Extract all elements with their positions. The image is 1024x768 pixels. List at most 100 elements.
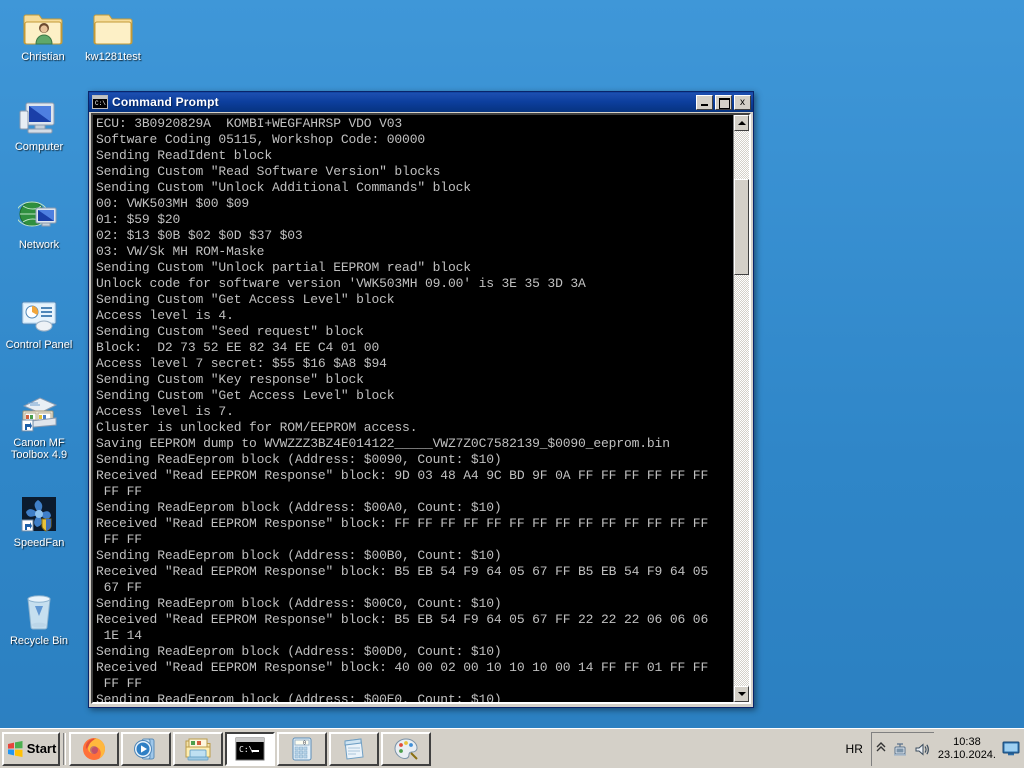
console-line: FF FF (96, 532, 142, 547)
desktop-icon-label: Control Panel (5, 339, 73, 351)
console-line: Received "Read EEPROM Response" block: 9… (96, 468, 709, 483)
taskbar-item-notepad[interactable] (329, 731, 379, 766)
network-tray-icon[interactable] (892, 742, 908, 757)
taskbar-item-file-explorer[interactable] (173, 731, 223, 766)
speaker-icon[interactable] (914, 742, 930, 757)
console-line: Sending ReadIdent block (96, 148, 272, 163)
desktop-icon-label: Network (18, 239, 60, 251)
network-globe-icon (15, 196, 60, 236)
console-line: Access level 7 secret: $55 $16 $A8 $94 (96, 356, 387, 371)
console-icon: C:\ (235, 737, 265, 760)
desktop-icon-label: Christian (21, 51, 65, 63)
console-line: Sending Custom "Unlock partial EEPROM re… (96, 260, 471, 275)
console-line: 02: $13 $0B $02 $0D $37 $03 (96, 228, 303, 243)
window-titlebar[interactable]: C:\ Command Prompt x (89, 92, 753, 112)
console-line: Sending Custom "Get Access Level" block (96, 292, 395, 307)
language-indicator[interactable]: HR (838, 742, 871, 756)
chevron-up-icon[interactable] (876, 742, 886, 756)
console-line: Sending ReadEeprom block (Address: $00B0… (96, 548, 502, 563)
console-line: Sending Custom "Key response" block (96, 372, 364, 387)
console-line: Sending ReadEeprom block (Address: $00C0… (96, 596, 502, 611)
console-line: Cluster is unlocked for ROM/EEPROM acces… (96, 420, 418, 435)
minimize-button[interactable] (696, 94, 713, 110)
svg-text:0: 0 (303, 740, 306, 746)
maximize-button[interactable] (715, 94, 732, 110)
console-line: Sending ReadEeprom block (Address: $00D0… (96, 644, 502, 659)
start-button-label: Start (26, 741, 57, 756)
console-line: Access level is 7. (96, 404, 234, 419)
close-button[interactable]: x (734, 94, 751, 110)
console-line: Sending Custom "Seed request" block (96, 324, 364, 339)
control-panel-icon (18, 296, 60, 336)
monitor-tray-icon[interactable] (1002, 741, 1020, 756)
folder-explorer-icon (185, 738, 211, 760)
scroll-up-arrow[interactable] (734, 115, 749, 131)
console-line: Unlock code for software version 'VWK503… (96, 276, 586, 291)
desktop-icon-label: SpeedFan (13, 537, 65, 549)
paint-palette-icon (394, 737, 418, 760)
desktop-icon-recycle-bin[interactable]: Recycle Bin (2, 592, 76, 647)
scrollbar-track[interactable] (734, 131, 749, 686)
desktop-icon-network[interactable]: Network (2, 196, 76, 251)
console-line: Software Coding 05115, Workshop Code: 00… (96, 132, 426, 147)
desktop-icon-canon-mf-toolbox[interactable]: Canon MF Toolbox 4.9 (2, 394, 76, 461)
speedfan-icon (18, 494, 60, 534)
console-line: FF FF (96, 676, 142, 691)
desktop-icon-speedfan[interactable]: SpeedFan (2, 494, 76, 549)
console-line: Received "Read EEPROM Response" block: B… (96, 564, 709, 579)
console-line: ECU: 3B0920829A KOMBI+WEGFAHRSP VDO V03 (96, 116, 403, 131)
desktop-icon-control-panel[interactable]: Control Panel (2, 296, 76, 351)
taskbar-item-paint[interactable] (381, 731, 431, 766)
user-folder-icon (22, 8, 64, 48)
console-line: Received "Read EEPROM Response" block: B… (96, 612, 709, 627)
folder-icon (92, 8, 134, 48)
console-line: Sending ReadEeprom block (Address: $0090… (96, 452, 502, 467)
scroll-down-arrow[interactable] (734, 686, 749, 702)
console-scrollbar[interactable] (733, 115, 749, 702)
desktop-icon-area: Christian kw1281test Computer Network Co… (0, 0, 141, 647)
scrollbar-thumb[interactable] (734, 179, 749, 275)
console-line: 03: VW/Sk MH ROM-Maske (96, 244, 265, 259)
desktop-icon-computer[interactable]: Computer (2, 98, 76, 153)
console-line: 01: $59 $20 (96, 212, 181, 227)
notepad-icon (344, 737, 364, 760)
windows-flag-icon (7, 740, 23, 757)
recycle-bin-icon (18, 592, 60, 632)
clock[interactable]: 10:38 23.10.2024. (934, 736, 1000, 762)
command-prompt-window[interactable]: C:\ Command Prompt x ECU: 3B0920829A KOM… (88, 91, 754, 708)
system-tray: HR 10:38 23.10.2024. (838, 731, 1024, 767)
taskbar: Start C:\ 0 HR 10:38 23.10.2024. (0, 728, 1024, 768)
taskbar-item-command-prompt[interactable]: C:\ (225, 731, 275, 766)
media-player-icon (134, 738, 155, 759)
console-line: Saving EEPROM dump to WVWZZZ3BZ4E014122_… (96, 436, 670, 451)
canon-toolbox-icon (18, 394, 60, 434)
console-line: FF FF (96, 484, 142, 499)
console-line: Sending ReadEeprom block (Address: $00E0… (96, 692, 502, 702)
calculator-icon: 0 (292, 737, 312, 760)
console-line: Sending Custom "Read Software Version" b… (96, 164, 441, 179)
taskbar-item-calculator[interactable]: 0 (277, 731, 327, 766)
console-line: 00: VWK503MH $00 $09 (96, 196, 250, 211)
window-client-area: ECU: 3B0920829A KOMBI+WEGFAHRSP VDO V03 S… (91, 113, 751, 704)
firefox-icon (83, 737, 105, 760)
console-line: Access level is 4. (96, 308, 234, 323)
computer-icon (18, 98, 60, 138)
window-title: Command Prompt (112, 95, 219, 109)
taskbar-item-firefox[interactable] (69, 731, 119, 766)
console-icon: C:\ (92, 95, 108, 109)
console-line: Sending Custom "Get Access Level" block (96, 388, 395, 403)
desktop-icon-label: kw1281test (85, 51, 141, 63)
start-button[interactable]: Start (2, 731, 60, 766)
desktop-icon-label: Computer (14, 141, 64, 153)
clock-date: 23.10.2024. (937, 748, 996, 761)
taskbar-separator (63, 732, 66, 765)
console-line: Received "Read EEPROM Response" block: 4… (96, 660, 709, 675)
console-output[interactable]: ECU: 3B0920829A KOMBI+WEGFAHRSP VDO V03 S… (93, 115, 733, 702)
console-line: 1E 14 (96, 628, 142, 643)
svg-text:C:\: C:\ (239, 745, 254, 754)
taskbar-item-media-player[interactable] (121, 731, 171, 766)
desktop-icon-kw1281test[interactable]: kw1281test (76, 8, 150, 63)
console-line: Sending ReadEeprom block (Address: $00A0… (96, 500, 502, 515)
desktop-icon-christian[interactable]: Christian (6, 8, 80, 63)
desktop-icon-label: Recycle Bin (9, 635, 69, 647)
